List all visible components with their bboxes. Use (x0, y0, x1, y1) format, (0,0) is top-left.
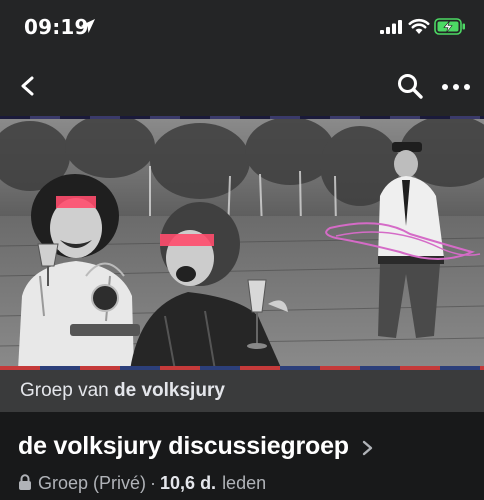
meta-separator: · (150, 472, 157, 493)
more-options-button[interactable] (440, 72, 472, 100)
eye-bar-left (56, 196, 96, 208)
cellular-signal-icon (380, 20, 402, 34)
eye-bar-center (160, 234, 214, 246)
member-count[interactable]: 10,6 d. (160, 473, 216, 494)
parent-page-text: Groep van de volksjury (20, 380, 225, 402)
parent-page-prefix: Groep van (20, 380, 109, 401)
back-chevron-icon (21, 76, 34, 96)
location-arrow-icon (81, 19, 95, 33)
member-label[interactable]: leden (222, 473, 266, 494)
status-bar: 09:19 (0, 0, 484, 56)
cover-photo[interactable] (0, 116, 484, 370)
nav-bar (0, 56, 484, 116)
lock-icon (19, 473, 31, 490)
parent-page-banner[interactable]: Groep van de volksjury (0, 370, 484, 412)
search-icon (398, 74, 423, 99)
search-button[interactable] (396, 72, 424, 100)
back-button[interactable] (14, 72, 42, 100)
group-privacy: Groep (Privé) (38, 472, 147, 493)
battery-charging-icon (434, 18, 465, 35)
parent-page-owner[interactable]: de volksjury (114, 380, 225, 401)
group-title-link[interactable]: de volksjury discussiegroep (18, 428, 375, 464)
cover-top-border (0, 116, 484, 119)
group-title: de volksjury discussiegroep (18, 431, 349, 460)
group-meta: Groep (Privé) · 10,6 d. leden (18, 471, 266, 495)
more-options-icon (442, 84, 470, 90)
wifi-icon (408, 18, 430, 34)
cover-photo-illustration (0, 116, 484, 370)
status-time: 09:19 (24, 15, 89, 39)
chevron-right-icon (362, 440, 373, 456)
